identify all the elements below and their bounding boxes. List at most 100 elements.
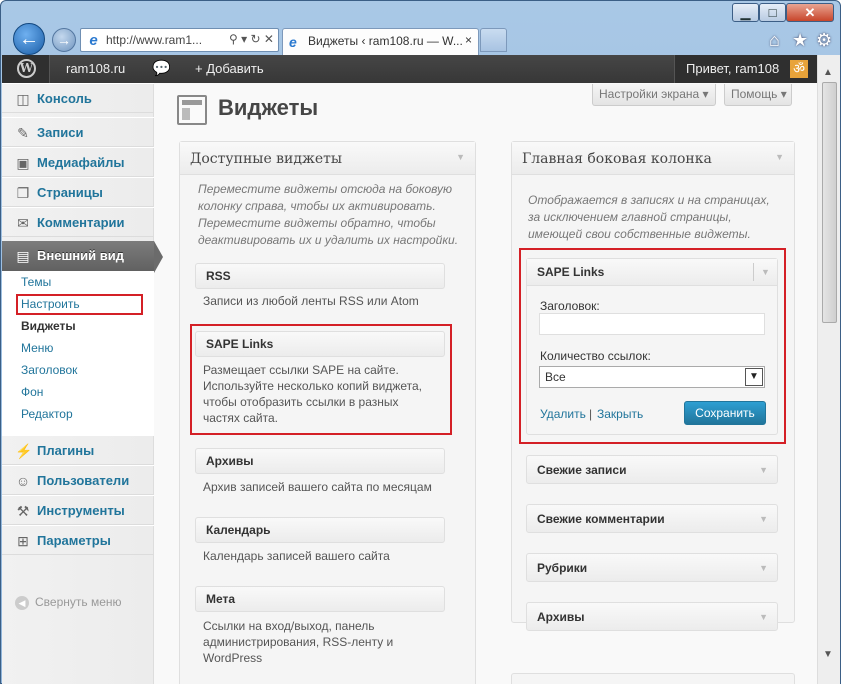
refresh-icon[interactable]: ↻ xyxy=(251,32,261,46)
widget-rss[interactable]: RSS xyxy=(195,263,445,289)
widget-title: Свежие записи xyxy=(537,463,627,477)
collapse-menu-button[interactable]: ◀ Свернуть меню xyxy=(15,595,122,610)
widget-meta[interactable]: Мета xyxy=(195,586,445,612)
available-widgets-title: Доступные виджеты xyxy=(190,151,343,167)
sidebar-widget-categories[interactable]: Рубрики ▼ xyxy=(526,553,778,582)
widget-title: Мета xyxy=(206,592,236,606)
page-title: Виджеты xyxy=(218,95,319,120)
widget-description: Ссылки на вход/выход, панель администрир… xyxy=(203,619,394,665)
widget-description: Архив записей вашего сайта по месяцам xyxy=(203,480,432,494)
screen-options-button[interactable]: Настройки экрана ▾ xyxy=(592,84,716,106)
plugins-icon: ⚡ xyxy=(15,443,33,459)
scrollbar-thumb[interactable] xyxy=(822,82,837,323)
address-bar[interactable]: e http://www.ram1... ⚲ ▾ ↻ ✕ xyxy=(80,28,279,52)
sidebar-widget-recent-posts[interactable]: Свежие записи ▼ xyxy=(526,455,778,484)
scroll-down-arrow-icon[interactable]: ▼ xyxy=(823,649,833,660)
browser-window: ▁ □ ✕ ← → e http://www.ram1... ⚲ ▾ ↻ ✕ e… xyxy=(0,0,841,684)
sidebar-item-pages[interactable]: ❐ Страницы xyxy=(2,177,154,207)
widgets-highlight-box xyxy=(16,294,143,315)
comment-bubble-icon[interactable]: 💬 xyxy=(152,59,171,77)
chevron-down-icon: ▾ xyxy=(780,87,787,101)
avatar: ॐ xyxy=(790,60,808,78)
sidebar-item-tools[interactable]: ⚒ Инструменты xyxy=(2,495,154,525)
sidebar-item-media[interactable]: ▣ Медиафайлы xyxy=(2,147,154,177)
browser-tab[interactable]: e Виджеты ‹ ram108.ru — W... × xyxy=(282,28,479,55)
tab-close-icon[interactable]: × xyxy=(465,33,472,47)
forward-button[interactable]: → xyxy=(52,28,76,52)
sidebar-item-label: Комментарии xyxy=(37,215,125,230)
favorites-star-icon[interactable]: ★ xyxy=(792,30,808,51)
sidebar-item-label: Внешний вид xyxy=(37,248,124,263)
posts-icon: ✎ xyxy=(17,125,29,141)
home-icon[interactable]: ⌂ xyxy=(769,30,780,51)
vertical-scrollbar[interactable]: ▲ ▼ xyxy=(817,55,840,684)
chevron-down-icon[interactable]: ▼ xyxy=(759,465,768,475)
search-icon[interactable]: ⚲ xyxy=(229,32,238,46)
submenu-header[interactable]: Заголовок xyxy=(21,363,77,377)
submenu-background[interactable]: Фон xyxy=(21,385,43,399)
sidebar-item-comments[interactable]: ✉ Комментарии xyxy=(2,207,154,237)
site-name-link[interactable]: ram108.ru xyxy=(66,61,125,76)
forward-arrow-icon: → xyxy=(57,32,71,48)
admin-bar: W ram108.ru 💬 + Добавить Привет, ram108 … xyxy=(2,55,817,83)
chevron-down-icon[interactable]: ▼ xyxy=(759,563,768,573)
sidebar-item-label: Плагины xyxy=(37,443,95,458)
greeting-text: Привет, ram108 xyxy=(686,61,780,76)
chevron-down-icon[interactable]: ▼ xyxy=(759,612,768,622)
widget-title: Архивы xyxy=(537,610,585,624)
dashboard-icon: ◫ xyxy=(16,91,30,107)
sidebar-item-users[interactable]: ☺ Пользователи xyxy=(2,465,154,495)
sidebar-item-label: Медиафайлы xyxy=(37,155,125,170)
back-button[interactable]: ← xyxy=(13,23,45,55)
users-icon: ☺ xyxy=(15,473,31,489)
close-window-button[interactable]: ✕ xyxy=(786,3,834,22)
sape-links-form-highlight-box xyxy=(519,248,786,444)
screen-options-label: Настройки экрана xyxy=(599,87,700,101)
maximize-button[interactable]: □ xyxy=(759,3,786,22)
main-sidebar-header[interactable]: Главная боковая колонка ▼ xyxy=(512,142,794,175)
address-tools[interactable]: ⚲ ▾ ↻ ✕ xyxy=(229,32,274,46)
sidebar-item-plugins[interactable]: ⚡ Плагины xyxy=(2,435,154,465)
submenu-themes[interactable]: Темы xyxy=(21,275,51,289)
sidebar-item-posts[interactable]: ✎ Записи xyxy=(2,117,154,147)
submenu-editor[interactable]: Редактор xyxy=(21,407,73,421)
pages-icon: ❐ xyxy=(16,185,30,201)
help-button[interactable]: Помощь ▾ xyxy=(724,84,792,106)
wordpress-logo-icon: W xyxy=(17,59,36,78)
page-viewport: W ram108.ru 💬 + Добавить Привет, ram108 … xyxy=(2,55,840,684)
stop-icon[interactable]: ✕ xyxy=(264,32,274,46)
sidebar-widget-recent-comments[interactable]: Свежие комментарии ▼ xyxy=(526,504,778,533)
sidebar-item-dashboard[interactable]: ◫ Консоль xyxy=(2,83,154,113)
address-url[interactable]: http://www.ram1... xyxy=(106,33,202,47)
sidebar-widget-archives[interactable]: Архивы ▼ xyxy=(526,602,778,631)
dropdown-icon[interactable]: ▾ xyxy=(241,32,247,46)
collapse-toggle-icon[interactable]: ▼ xyxy=(456,152,465,162)
sidebar-item-label: Пользователи xyxy=(37,473,130,488)
sidebar-item-settings[interactable]: ⊞ Параметры xyxy=(2,525,154,555)
collapse-toggle-icon[interactable]: ▼ xyxy=(775,152,784,162)
back-arrow-icon: ← xyxy=(19,28,39,50)
widgets-page-icon xyxy=(177,95,207,125)
submenu-widgets[interactable]: Виджеты xyxy=(21,319,76,333)
tab-title: Виджеты ‹ ram108.ru — W... xyxy=(308,34,463,48)
available-widgets-header[interactable]: Доступные виджеты ▼ xyxy=(180,142,475,175)
widget-title: RSS xyxy=(206,269,231,283)
sidebar-item-appearance[interactable]: ▤ Внешний вид xyxy=(2,241,163,273)
new-tab-button[interactable] xyxy=(480,28,507,52)
wp-logo-button[interactable]: W xyxy=(2,55,50,83)
sidebar-item-label: Консоль xyxy=(37,91,92,106)
minimize-button[interactable]: ▁ xyxy=(732,3,759,22)
widget-title: Рубрики xyxy=(537,561,588,575)
widget-title: Календарь xyxy=(206,523,271,537)
account-menu[interactable]: Привет, ram108 ॐ xyxy=(674,55,817,83)
widget-description: Записи из любой ленты RSS или Atom xyxy=(203,294,419,308)
widget-calendar[interactable]: Календарь xyxy=(195,517,445,543)
scroll-up-arrow-icon[interactable]: ▲ xyxy=(823,67,833,78)
submenu-menus[interactable]: Меню xyxy=(21,341,53,355)
gear-icon[interactable]: ⚙ xyxy=(816,30,832,51)
chevron-down-icon[interactable]: ▼ xyxy=(759,514,768,524)
widget-archives[interactable]: Архивы xyxy=(195,448,445,474)
ie-page-icon: e xyxy=(89,32,98,49)
add-new-menu[interactable]: + Добавить xyxy=(195,61,264,76)
sidebar-item-label: Инструменты xyxy=(37,503,125,518)
